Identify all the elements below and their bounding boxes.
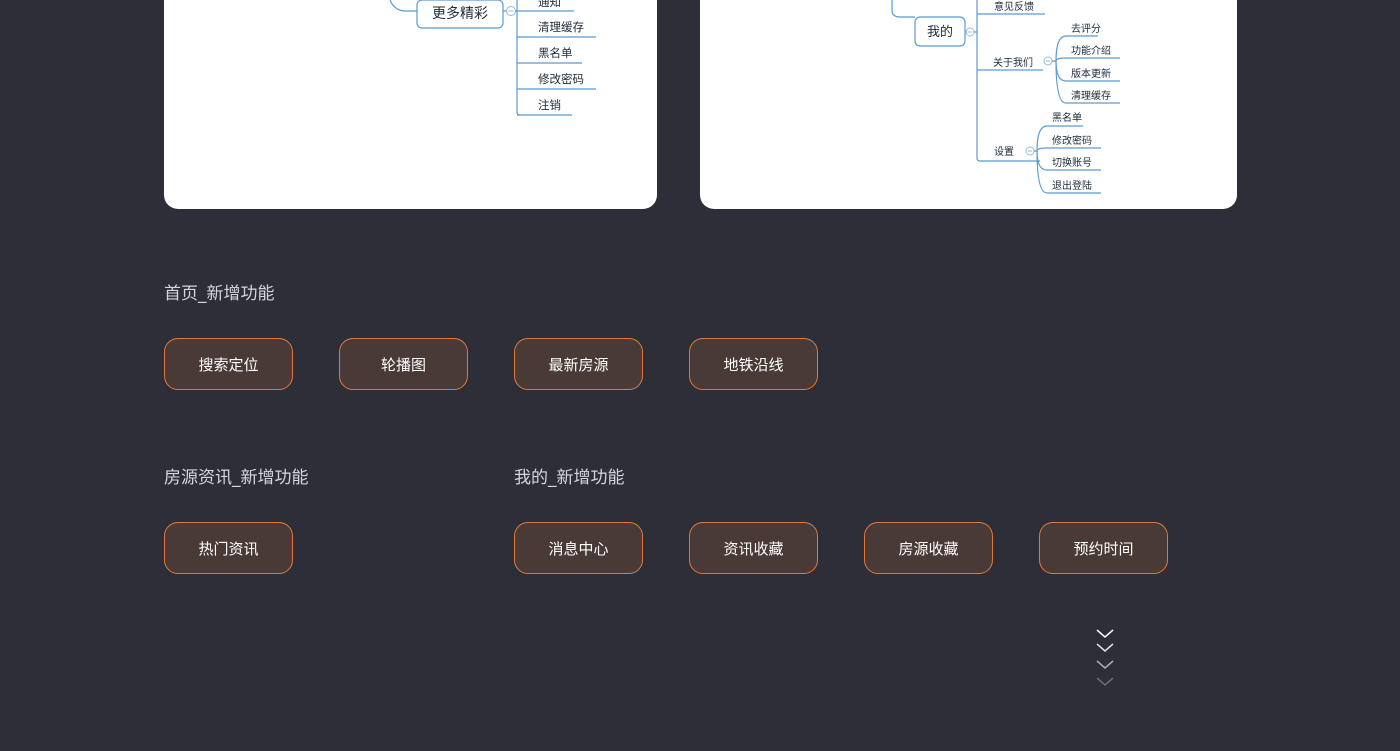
mindmap-card-right: 我的 意见反馈 关于我们 去评分 功能介绍 版本更新 清理缓存 设置 黑名单 修… bbox=[700, 0, 1237, 209]
section-title-home: 首页_新增功能 bbox=[164, 284, 275, 304]
feature-button-search-location[interactable]: 搜索定位 bbox=[164, 338, 293, 390]
mindmap-card-left: 更多精彩 通知 清理缓存 黑名单 修改密码 注销 bbox=[164, 0, 657, 209]
section-title-mine: 我的_新增功能 bbox=[514, 468, 625, 488]
mindmap-left-item-3: 修改密码 bbox=[538, 72, 584, 86]
chevron-down-icon[interactable] bbox=[1095, 628, 1115, 692]
mindmap-node-mine-label: 我的 bbox=[927, 24, 953, 40]
mindmap-left-item-4: 注销 bbox=[538, 98, 561, 112]
mindmap-right-about-3: 清理缓存 bbox=[1071, 89, 1111, 102]
mindmap-right-settings-3: 退出登陆 bbox=[1052, 179, 1092, 192]
feature-button-metro-line[interactable]: 地铁沿线 bbox=[689, 338, 818, 390]
feature-button-carousel[interactable]: 轮播图 bbox=[339, 338, 468, 390]
mindmap-right-about-2: 版本更新 bbox=[1071, 67, 1111, 80]
mindmap-left-item-2: 黑名单 bbox=[538, 46, 573, 60]
mindmap-left-item-1: 清理缓存 bbox=[538, 20, 584, 34]
mindmap-right-about: 关于我们 bbox=[993, 56, 1033, 69]
section-title-news: 房源资讯_新增功能 bbox=[164, 468, 309, 488]
mindmap-right-diagram: 我的 意见反馈 关于我们 去评分 功能介绍 版本更新 清理缓存 设置 黑名单 修… bbox=[891, 0, 1120, 194]
feature-button-listing-favorites[interactable]: 房源收藏 bbox=[864, 522, 993, 574]
feature-button-message-center[interactable]: 消息中心 bbox=[514, 522, 643, 574]
mindmap-right-settings-2: 切换账号 bbox=[1052, 156, 1092, 169]
mindmap-right-about-0: 去评分 bbox=[1071, 23, 1101, 35]
feature-button-hot-news[interactable]: 热门资讯 bbox=[164, 522, 293, 574]
mindmap-node-more-label: 更多精彩 bbox=[432, 5, 488, 22]
feature-button-appointment-time[interactable]: 预约时间 bbox=[1039, 522, 1168, 574]
mindmap-left-diagram: 更多精彩 通知 清理缓存 黑名单 修改密码 注销 bbox=[389, 0, 596, 116]
mindmap-right-settings-1: 修改密码 bbox=[1052, 134, 1092, 147]
mindmap-left-item-0: 通知 bbox=[538, 0, 561, 9]
mindmap-right-feedback: 意见反馈 bbox=[994, 0, 1034, 13]
feature-button-news-favorites[interactable]: 资讯收藏 bbox=[689, 522, 818, 574]
feature-button-new-listings[interactable]: 最新房源 bbox=[514, 338, 643, 390]
mindmap-right-settings-0: 黑名单 bbox=[1052, 111, 1082, 124]
mindmap-right-settings: 设置 bbox=[994, 146, 1014, 158]
mindmap-right-about-1: 功能介绍 bbox=[1071, 44, 1111, 57]
